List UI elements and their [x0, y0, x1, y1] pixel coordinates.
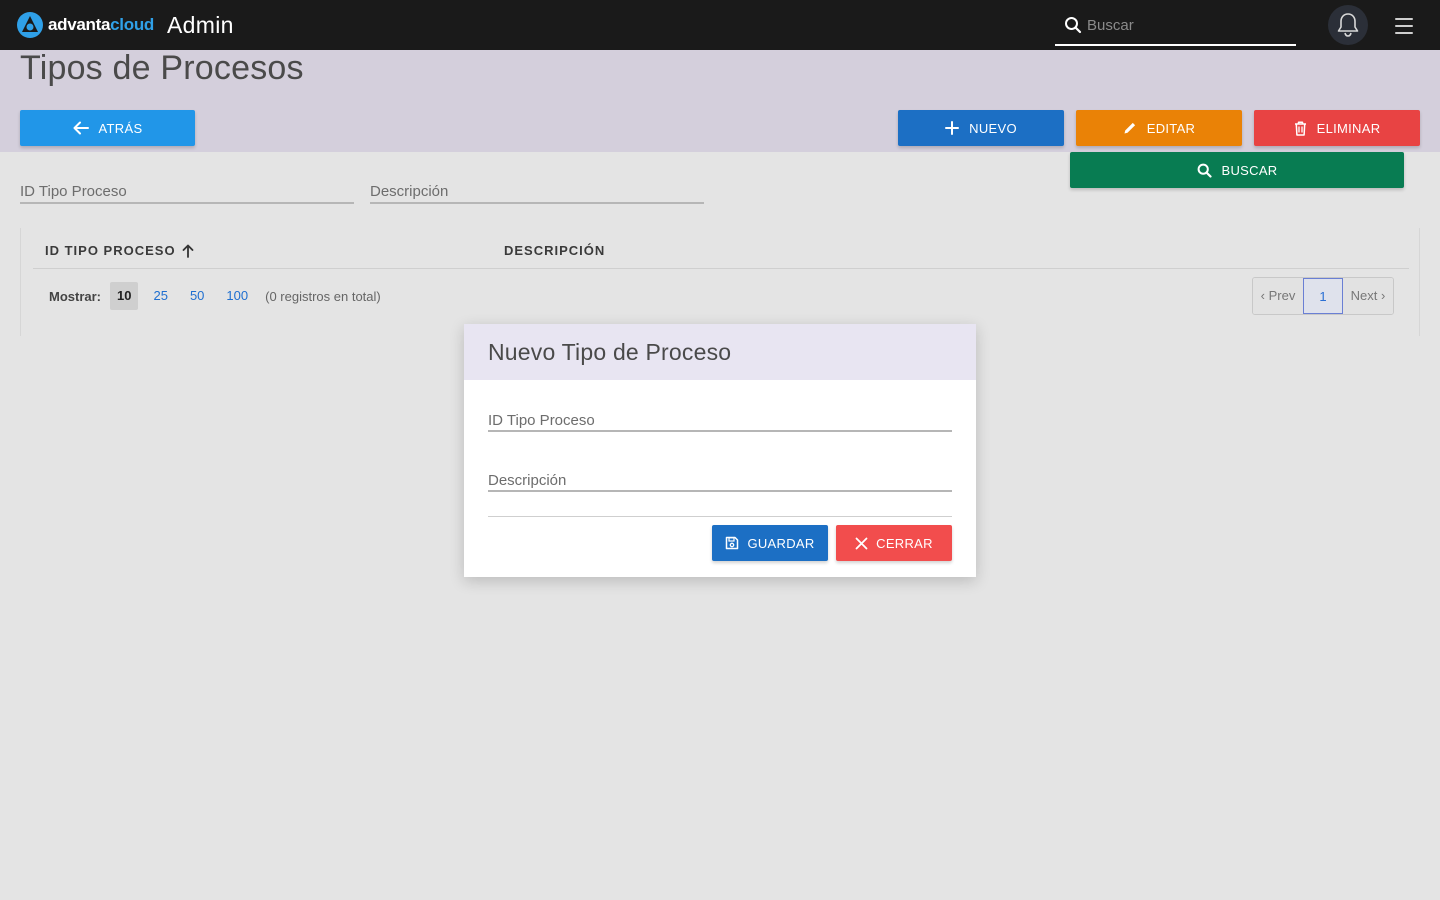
logo-text: advantacloud — [48, 15, 154, 34]
arrow-left-icon — [73, 121, 89, 135]
filter-id-field — [20, 174, 354, 204]
pencil-icon — [1124, 122, 1135, 134]
total-records: (0 registros en total) — [265, 288, 381, 304]
back-button-label: ATRÁS — [98, 120, 143, 136]
dialog-title: Nuevo Tipo de Proceso — [488, 338, 732, 365]
back-button[interactable]: ATRÁS — [20, 110, 195, 146]
data-table: ID TIPO PROCESO DESCRIPCIÓN Mostrar: 10 … — [20, 228, 1420, 336]
page-size-option-50[interactable]: 50 — [183, 282, 211, 310]
bell-icon — [1337, 13, 1359, 37]
trash-icon — [1294, 120, 1306, 136]
prev-page-button[interactable]: ‹ Prev — [1253, 278, 1303, 314]
close-button-label: CERRAR — [876, 535, 933, 551]
new-process-type-dialog: Nuevo Tipo de Proceso GUARDAR CERRAR — [464, 324, 976, 577]
floppy-disk-icon — [726, 536, 739, 550]
delete-button-label: ELIMINAR — [1316, 120, 1381, 136]
app-title: Admin — [167, 12, 234, 38]
search-button[interactable]: BUSCAR — [1070, 152, 1404, 188]
delete-button[interactable]: ELIMINAR — [1254, 110, 1420, 146]
search-icon — [1197, 163, 1212, 178]
edit-button[interactable]: EDITAR — [1076, 110, 1242, 146]
pagination: ‹ Prev 1 Next › — [1252, 277, 1394, 315]
filter-description-field — [370, 174, 704, 204]
page-size-option-10[interactable]: 10 — [110, 282, 139, 310]
next-page-button[interactable]: Next › — [1343, 278, 1393, 314]
hamburger-menu-icon[interactable] — [1392, 15, 1416, 37]
dialog-id-input[interactable] — [488, 402, 952, 430]
save-button-label: GUARDAR — [747, 535, 815, 551]
sort-ascending-icon — [182, 244, 193, 258]
dialog-header: Nuevo Tipo de Proceso — [464, 324, 976, 380]
top-navbar: advantacloud Admin — [0, 0, 1440, 50]
search-icon — [1065, 17, 1082, 34]
edit-button-label: EDITAR — [1146, 120, 1196, 136]
search-button-label: BUSCAR — [1221, 162, 1278, 178]
filter-id-input[interactable] — [20, 174, 354, 202]
global-search — [1055, 6, 1296, 46]
table-header-divider — [33, 268, 1409, 269]
app-logo[interactable]: advantacloud — [16, 11, 154, 39]
save-button[interactable]: GUARDAR — [712, 525, 828, 561]
dialog-id-field — [488, 402, 952, 432]
column-header-description-label: DESCRIPCIÓN — [504, 243, 606, 258]
page-size-option-25[interactable]: 25 — [146, 282, 174, 310]
notifications-button[interactable] — [1328, 5, 1368, 45]
advanta-logo-icon — [17, 12, 43, 38]
global-search-input[interactable] — [1087, 13, 1287, 37]
close-icon — [855, 537, 868, 549]
current-page-button[interactable]: 1 — [1303, 278, 1343, 314]
filter-description-input[interactable] — [370, 174, 704, 202]
show-label: Mostrar: — [49, 288, 102, 304]
dialog-description-field — [488, 462, 952, 492]
plus-icon — [945, 121, 960, 135]
page-title: Tipos de Procesos — [20, 49, 304, 87]
column-header-id[interactable]: ID TIPO PROCESO — [45, 243, 194, 258]
dialog-divider — [488, 516, 952, 517]
new-button-label: NUEVO — [969, 120, 1017, 136]
column-header-description[interactable]: DESCRIPCIÓN — [504, 243, 605, 258]
page-size-option-100[interactable]: 100 — [219, 282, 255, 310]
column-header-id-label: ID TIPO PROCESO — [45, 243, 176, 258]
page-size-selector: Mostrar: 10 25 50 100 (0 registros en to… — [49, 282, 381, 310]
new-button[interactable]: NUEVO — [898, 110, 1064, 146]
dialog-description-input[interactable] — [488, 462, 952, 490]
close-button[interactable]: CERRAR — [836, 525, 952, 561]
